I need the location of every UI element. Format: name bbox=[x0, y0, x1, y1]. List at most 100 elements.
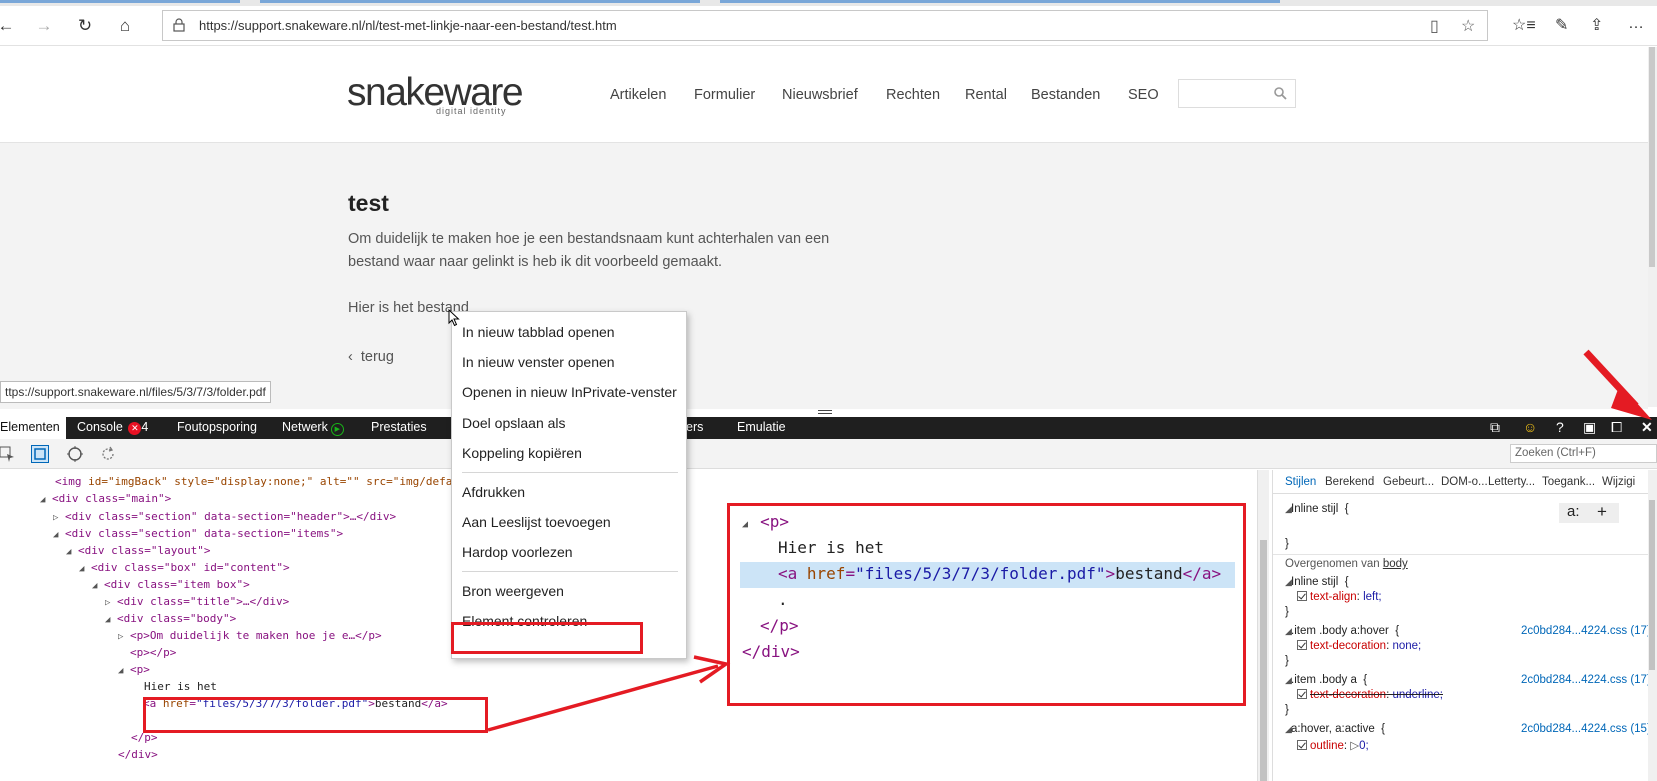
nav-rental[interactable]: Rental bbox=[965, 87, 1007, 103]
home-icon[interactable]: ⌂ bbox=[113, 14, 137, 38]
dom-line-section-header[interactable]: ▷ <div class="section" data-section="head… bbox=[53, 510, 396, 523]
menu-save-target[interactable]: Doel opslaan als bbox=[462, 415, 566, 431]
favorites-hub-icon[interactable]: ☆≡ bbox=[1512, 15, 1536, 35]
dom-line-p3[interactable]: ◢ <p> bbox=[118, 663, 150, 676]
tab-changes[interactable]: Wijzigi bbox=[1602, 476, 1635, 488]
menu-view-source[interactable]: Bron weergeven bbox=[462, 583, 564, 599]
dom-line-p2[interactable]: <p></p> bbox=[130, 646, 176, 659]
undock-icon[interactable]: ⧠ bbox=[1611, 419, 1622, 436]
dock-icon[interactable]: ▣ bbox=[1583, 419, 1596, 436]
refresh-dom-icon[interactable] bbox=[99, 445, 117, 463]
logo-tagline: digital identity bbox=[436, 106, 507, 116]
tab-network[interactable]: Netwerk ▶ bbox=[282, 420, 344, 436]
dom-line-box[interactable]: ◢ <div class="box" id="content"> bbox=[79, 561, 290, 574]
favorite-star-icon[interactable]: ☆ bbox=[1461, 16, 1475, 36]
menu-read-aloud[interactable]: Hardop voorlezen bbox=[462, 544, 573, 560]
menu-open-new-tab[interactable]: In nieuw tabblad openen bbox=[462, 324, 615, 340]
menu-print[interactable]: Afdrukken bbox=[462, 484, 525, 500]
inherited-element-link[interactable]: body bbox=[1383, 558, 1408, 570]
rule-inline-decl[interactable]: text-align: left; bbox=[1297, 591, 1382, 603]
nav-formulier[interactable]: Formulier bbox=[694, 87, 755, 103]
nav-seo[interactable]: SEO bbox=[1128, 87, 1159, 103]
rule-prop: text-decoration bbox=[1310, 689, 1387, 701]
nav-nieuwsbrief[interactable]: Nieuwsbrief bbox=[782, 87, 858, 103]
tab-computed[interactable]: Berekend bbox=[1325, 476, 1374, 488]
dom-line-item-box[interactable]: ◢ <div class="item box"> bbox=[92, 578, 250, 591]
rule-hover-decl[interactable]: text-decoration: none; bbox=[1297, 640, 1421, 652]
styles-scrollbar[interactable] bbox=[1648, 470, 1657, 781]
site-search-input[interactable] bbox=[1178, 79, 1296, 108]
dom-line-div-close[interactable]: </div> bbox=[118, 748, 158, 761]
menu-open-inprivate[interactable]: Openen in nieuw InPrivate-venster bbox=[462, 384, 677, 400]
tab-debugger[interactable]: Foutopsporing bbox=[177, 420, 257, 434]
smiley-feedback-icon[interactable]: ☺ bbox=[1523, 419, 1537, 435]
more-icon[interactable]: … bbox=[1628, 15, 1644, 33]
dom-line-main[interactable]: ◢ <div class="main"> bbox=[40, 492, 171, 505]
dom-line-layout[interactable]: ◢ <div class="layout"> bbox=[66, 544, 210, 557]
rule-source-link[interactable]: 2c0bd284...4224.css (17) bbox=[1521, 625, 1651, 637]
highlight-elements-icon[interactable] bbox=[31, 445, 49, 463]
dom-line-section-items[interactable]: ◢ <div class="section" data-section="item… bbox=[53, 527, 343, 540]
close-devtools-icon[interactable]: ✕ bbox=[1641, 419, 1653, 436]
dom-line-text[interactable]: Hier is het bbox=[144, 680, 217, 693]
menu-add-reading-list[interactable]: Aan Leeslijst toevoegen bbox=[462, 514, 611, 530]
dom-line-title[interactable]: ▷ <div class="title">…</div> bbox=[105, 595, 289, 608]
pen-icon[interactable]: ✎ bbox=[1555, 15, 1568, 35]
checkbox-icon[interactable] bbox=[1297, 689, 1307, 699]
zoom-text: <p> bbox=[760, 512, 789, 531]
checkbox-icon[interactable] bbox=[1297, 740, 1307, 750]
reading-view-icon[interactable]: ▯ bbox=[1430, 16, 1439, 36]
rule-hover-selector[interactable]: ◢.item .body a:hover { bbox=[1285, 625, 1399, 637]
pseudo-state-button[interactable]: a: bbox=[1567, 503, 1580, 520]
dom-line-body[interactable]: ◢ <div class="body"> bbox=[105, 612, 236, 625]
menu-copy-link[interactable]: Koppeling kopiëren bbox=[462, 445, 582, 461]
checkbox-icon[interactable] bbox=[1297, 591, 1307, 601]
tab-styles[interactable]: Stijlen bbox=[1285, 476, 1316, 488]
dom-text: <div class="section" data-section="items… bbox=[65, 527, 344, 540]
search-icon[interactable] bbox=[1273, 86, 1287, 100]
menu-open-new-window[interactable]: In nieuw venster openen bbox=[462, 354, 615, 370]
tab-console[interactable]: Console ✕ 4 bbox=[77, 420, 148, 435]
nav-bestanden[interactable]: Bestanden bbox=[1031, 87, 1100, 103]
tab-elements[interactable]: Elementen bbox=[0, 417, 66, 439]
rule-a-decl[interactable]: text-decoration: underline; bbox=[1297, 689, 1443, 701]
style-toolbar: a: + bbox=[1559, 502, 1619, 523]
tab-hidden-partial[interactable]: ers bbox=[686, 420, 703, 434]
rule-source-link[interactable]: 2c0bd284...4224.css (17) bbox=[1521, 674, 1651, 686]
layout-icon[interactable] bbox=[66, 445, 84, 463]
back-icon[interactable]: ← bbox=[0, 14, 18, 38]
tab-emulation[interactable]: Emulatie bbox=[737, 420, 786, 434]
tab-fonts[interactable]: Letterty... bbox=[1488, 476, 1535, 488]
add-rule-button[interactable]: + bbox=[1597, 502, 1607, 522]
url-field[interactable]: https://support.snakeware.nl/nl/test-met… bbox=[162, 10, 1488, 41]
devtools-splitter[interactable] bbox=[0, 409, 1657, 417]
rule-active-selector[interactable]: ◢a:hover, a:active { bbox=[1285, 723, 1385, 735]
rule-active-decl[interactable]: outline: ▷0; bbox=[1297, 738, 1369, 752]
console-toggle-icon[interactable]: ⧉ bbox=[1490, 419, 1500, 436]
rule-a-selector[interactable]: ◢.item .body a { bbox=[1285, 674, 1367, 686]
grip-icon[interactable] bbox=[818, 410, 832, 414]
dom-scrollbar[interactable] bbox=[1257, 470, 1269, 781]
page-scrollbar[interactable] bbox=[1648, 47, 1657, 407]
dom-line-img[interactable]: <img id="imgBack" style="display:none;" … bbox=[55, 475, 452, 488]
rule-inline-selector[interactable]: ◢Inline stijl { bbox=[1285, 576, 1349, 588]
refresh-icon[interactable]: ↻ bbox=[73, 14, 97, 38]
forward-icon[interactable]: → bbox=[32, 14, 56, 38]
tab-performance[interactable]: Prestaties bbox=[371, 420, 427, 434]
tab-dom-breakpoints[interactable]: DOM-o... bbox=[1441, 476, 1488, 488]
inline-style-header[interactable]: ◢Inline stijl { bbox=[1285, 503, 1349, 515]
dom-line-p1[interactable]: ▷ <p>Om duidelijk te maken hoe je e…</p> bbox=[118, 629, 382, 642]
checkbox-icon[interactable] bbox=[1297, 640, 1307, 650]
back-link[interactable]: ‹ terug bbox=[348, 349, 394, 365]
brace: } bbox=[1285, 606, 1289, 618]
rule-source-link[interactable]: 2c0bd284...4224.css (15) bbox=[1521, 723, 1651, 735]
share-icon[interactable]: ⇪ bbox=[1590, 15, 1603, 35]
tab-accessibility[interactable]: Toegank... bbox=[1542, 476, 1595, 488]
select-element-icon[interactable] bbox=[0, 445, 16, 463]
devtools-find-input[interactable]: Zoeken (Ctrl+F) bbox=[1510, 444, 1657, 463]
help-icon[interactable]: ? bbox=[1556, 419, 1564, 435]
nav-rechten[interactable]: Rechten bbox=[886, 87, 940, 103]
tab-events[interactable]: Gebeurt... bbox=[1383, 476, 1434, 488]
rule-selector: .item .body a:hover bbox=[1291, 625, 1389, 637]
nav-artikelen[interactable]: Artikelen bbox=[610, 87, 666, 103]
